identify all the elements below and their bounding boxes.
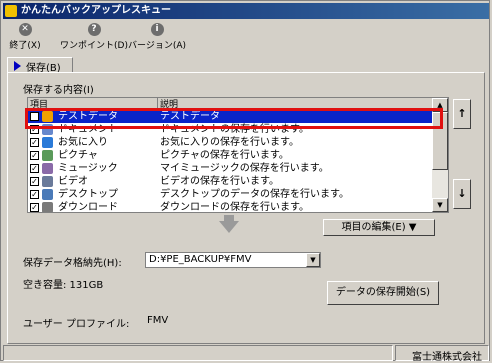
profile-label: ユーザー プロファイル: bbox=[23, 319, 130, 330]
status-pane-main bbox=[3, 345, 393, 361]
item-name: ピクチャ bbox=[58, 150, 98, 161]
item-description: デスクトップのデータの保存を行います。 bbox=[160, 189, 349, 200]
item-name: ダウンロード bbox=[58, 202, 118, 213]
arrow-up-icon: ↑ bbox=[457, 107, 467, 120]
checkbox[interactable]: ✓ bbox=[30, 203, 39, 212]
item-description: ピクチャの保存を行います。 bbox=[160, 150, 289, 161]
edit-items-button[interactable]: 項目の編集(E) ▼ bbox=[323, 219, 435, 236]
folder-icon bbox=[42, 150, 53, 161]
exit-button[interactable]: ✕ 終了(X) bbox=[5, 21, 45, 55]
list-item[interactable]: ✓ ピクチャ ピクチャの保存を行います。 bbox=[28, 149, 432, 162]
onepoint-label: ワンポイント(D) bbox=[60, 41, 128, 51]
arrow-down-icon: ↓ bbox=[457, 187, 467, 200]
folder-icon bbox=[42, 163, 53, 174]
app-window: かんたんバックアップレスキュー ✕ 終了(X) ? ワンポイント(D) i バー… bbox=[0, 0, 490, 363]
folder-icon bbox=[42, 137, 53, 148]
move-up-button[interactable]: ↑ bbox=[453, 99, 471, 129]
window-title: かんたんバックアップレスキュー bbox=[21, 5, 171, 16]
checkbox[interactable]: ✓ bbox=[30, 138, 39, 147]
checkbox[interactable]: ✓ bbox=[30, 164, 39, 173]
app-icon bbox=[5, 5, 17, 17]
title-bar[interactable]: かんたんバックアップレスキュー bbox=[3, 3, 489, 19]
item-name: ビデオ bbox=[58, 176, 88, 187]
exit-label: 終了(X) bbox=[9, 41, 41, 51]
down-arrow-head bbox=[219, 221, 239, 233]
item-name: デスクトップ bbox=[58, 189, 118, 200]
close-icon: ✕ bbox=[18, 23, 32, 36]
list-item[interactable]: ✓ デスクトップ デスクトップのデータの保存を行います。 bbox=[28, 188, 432, 201]
company-name: 富士通株式会社 bbox=[412, 352, 482, 363]
list-item[interactable]: ✓ ビデオ ビデオの保存を行います。 bbox=[28, 175, 432, 188]
destination-select[interactable]: D:¥PE_BACKUP¥FMV ▼ bbox=[145, 252, 321, 268]
item-description: お気に入りの保存を行います。 bbox=[160, 137, 299, 148]
folder-icon bbox=[42, 176, 53, 187]
help-icon: ? bbox=[87, 23, 101, 36]
scroll-down-arrow[interactable]: ▼ bbox=[432, 198, 448, 212]
triangle-right-icon bbox=[14, 61, 21, 71]
folder-icon bbox=[42, 189, 53, 200]
item-description: マイミュージックの保存を行います。 bbox=[160, 163, 329, 174]
tab-strip: 保存(B) bbox=[7, 57, 485, 74]
start-backup-button[interactable]: データの保存開始(S) bbox=[327, 281, 439, 305]
chevron-down-icon[interactable]: ▼ bbox=[306, 253, 320, 267]
onepoint-button[interactable]: ? ワンポイント(D) bbox=[59, 21, 129, 55]
free-space-label: 空き容量: 131GB bbox=[23, 280, 104, 291]
list-item[interactable]: ✓ お気に入り お気に入りの保存を行います。 bbox=[28, 136, 432, 149]
item-description: ダウンロードの保存を行います。 bbox=[160, 202, 309, 213]
item-description: ビデオの保存を行います。 bbox=[160, 176, 279, 187]
checkbox[interactable]: ✓ bbox=[30, 151, 39, 160]
destination-value: D:¥PE_BACKUP¥FMV bbox=[149, 254, 252, 265]
checkbox[interactable]: ✓ bbox=[30, 177, 39, 186]
checkbox[interactable]: ✓ bbox=[30, 190, 39, 199]
version-button[interactable]: i バージョン(A) bbox=[127, 21, 187, 55]
item-name: お気に入り bbox=[58, 137, 108, 148]
profile-value: FMV bbox=[147, 315, 169, 326]
tab-save[interactable]: 保存(B) bbox=[7, 57, 73, 74]
selection-highlight-box bbox=[25, 108, 443, 129]
info-icon: i bbox=[150, 23, 164, 36]
folder-icon bbox=[42, 202, 53, 212]
item-name: ミュージック bbox=[58, 163, 118, 174]
group-label: 保存する内容(I) bbox=[23, 85, 94, 96]
destination-label: 保存データ格納先(H): bbox=[23, 258, 122, 269]
toolbar: ✕ 終了(X) ? ワンポイント(D) i バージョン(A) bbox=[5, 21, 489, 55]
move-down-button[interactable]: ↓ bbox=[453, 179, 471, 209]
list-item[interactable]: ✓ ミュージック マイミュージックの保存を行います。 bbox=[28, 162, 432, 175]
version-label: バージョン(A) bbox=[128, 41, 186, 51]
list-item[interactable]: ✓ ダウンロード ダウンロードの保存を行います。 bbox=[28, 201, 432, 213]
status-bar: 富士通株式会社 bbox=[3, 345, 489, 363]
status-pane-company: 富士通株式会社 bbox=[395, 345, 489, 363]
